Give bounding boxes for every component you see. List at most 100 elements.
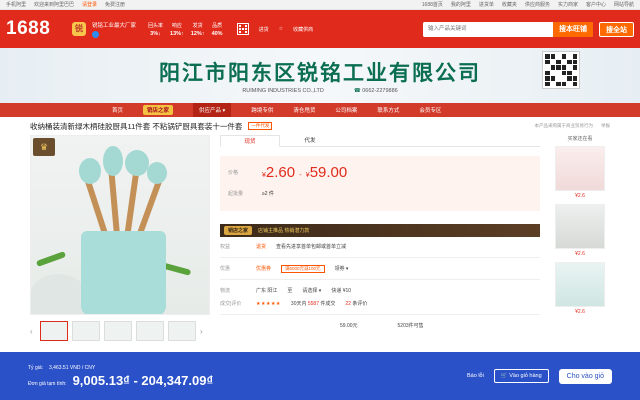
crown-icon: ♛ <box>33 138 55 156</box>
product-main-image[interactable]: ♛ <box>30 135 210 315</box>
nav-clearance[interactable]: 清仓甩货 <box>293 106 315 114</box>
thumbnail[interactable] <box>72 321 100 341</box>
add-to-cart-button[interactable]: 🛒 Vào giỏ hàng <box>493 369 549 383</box>
search-shop-button[interactable]: 搜本旺铺 <box>553 21 593 37</box>
rights-row: 权益 退货 查看先进享首单包邮或首单立减 <box>220 243 347 250</box>
welcome-text: 欢迎来到阿里巴巴 <box>34 2 75 8</box>
top-utility-bar: 手机阿里 欢迎来到阿里巴巴 请登录 免费注册 1688首页 我的阿里 进货单 收… <box>0 0 640 10</box>
ship-fee: 快递 ¥10 <box>331 288 352 294</box>
product-title: 收纳桶装清新绿木柄硅胶厨具11件套 不粘锅铲厨具套装十一件套 <box>30 121 243 131</box>
moq-label: 起批量 <box>228 191 244 197</box>
nav-contact[interactable]: 联系方式 <box>377 106 399 114</box>
thumbnail[interactable] <box>136 321 164 341</box>
shop-nav: 首页 销店之家 供应产品 ▾ 跨境专供 清仓甩货 公司档案 联系方式 会员专区 <box>0 103 640 117</box>
top-link-cart[interactable]: 进货单 <box>479 1 494 8</box>
thumbnail[interactable] <box>104 321 132 341</box>
mobile-link[interactable]: 手机阿里 <box>6 1 26 8</box>
site-header: 1688 锐 锐铭工业最大厂家 回头率 3%↓ 响应 13%↑ 发货 12%↑ 品质 4… <box>0 10 640 48</box>
trade-notice: 本产品采购属于商业贸易行为 <box>534 123 594 128</box>
shop-promo-strip: 销店之家 店铺主推品 热销潜力款 <box>220 224 540 237</box>
metric-item: 回头率 3%↓ <box>148 22 164 37</box>
spec-row: 59.00元 5203件可售 <box>220 319 540 332</box>
company-qr-code <box>542 51 580 89</box>
tab-dropship[interactable]: 代发 <box>280 135 340 146</box>
purchase-link[interactable]: 进货 <box>259 26 269 33</box>
price-label: 价格 <box>228 170 239 176</box>
metric-item: 响应 13%↑ <box>170 22 184 37</box>
search-box: 搜本旺铺 <box>423 21 593 37</box>
cart-icon: 🛒 <box>500 373 508 379</box>
top-link-my-alibaba[interactable]: 我的阿里 <box>451 1 471 8</box>
login-link[interactable]: 请登录 <box>82 1 97 8</box>
moq-value: ≥2 件 <box>262 191 274 197</box>
nav-member[interactable]: 会员专区 <box>419 106 441 114</box>
put-in-cart-button[interactable]: Cho vào giỏ <box>558 368 612 384</box>
company-name-cn: 阳江市阳东区锐铭工业有限公司 <box>159 60 481 85</box>
company-banner: 阳江市阳东区锐铭工业有限公司 RUIMING INDUSTRIES CO.,LT… <box>0 48 640 103</box>
report-error-button[interactable]: Báo lỗi <box>467 373 484 379</box>
supply-tabs: 现货 代发 <box>220 135 540 147</box>
thumbnail-strip: ‹ › <box>30 321 210 341</box>
recommend-item[interactable] <box>555 204 605 249</box>
recommend-header: 买家还在看 <box>567 136 593 142</box>
favorite-icon[interactable]: ☆ <box>279 26 283 32</box>
verified-icon <box>92 30 99 38</box>
ship-to-select[interactable]: 请选择 ▾ <box>302 287 321 294</box>
top-link-customer[interactable]: 客户中心 <box>586 1 606 8</box>
nav-cross-border[interactable]: 跨境专供 <box>251 106 273 114</box>
top-link-sitemap[interactable]: 网站导航 <box>614 1 634 8</box>
top-link-favorites[interactable]: 收藏夹 <box>502 1 517 8</box>
phone-icon: ☎ <box>353 88 361 94</box>
favorite-supplier-link[interactable]: 收藏供商 <box>293 26 313 33</box>
nav-home[interactable]: 首页 <box>112 106 123 114</box>
evaluation-row: 成交|评价 ★★★★★ 30天内 5587 件成交 22 条评价 <box>220 300 368 308</box>
price-range: ¥2.60 - ¥59.00 <box>262 164 348 181</box>
top-link-supplier[interactable]: 供应商服务 <box>525 1 550 8</box>
nav-products[interactable]: 供应产品 ▾ <box>193 103 232 117</box>
rights-text[interactable]: 查看先进享首单包邮或首单立减 <box>276 243 346 250</box>
shop-home-badge: 销店之家 <box>224 226 253 235</box>
spec-price: 59.00元 <box>340 323 358 329</box>
chevron-right-icon[interactable]: › <box>200 327 206 336</box>
nav-shop-home[interactable]: 销店之家 <box>143 105 174 115</box>
estimate-value: 9,005.13₫ - 204,347.09₫ <box>72 372 214 388</box>
company-block: 阳江市阳东区锐铭工业有限公司 RUIMING INDUSTRIES CO.,LT… <box>159 57 481 94</box>
product-title-row: 收纳桶装清新绿木柄硅胶厨具11件套 不粘锅铲厨具套装十一件套 一件代发 本产品采… <box>0 117 640 135</box>
price-box: 价格 ¥2.60 - ¥59.00 起批量 ≥2 件 <box>220 156 540 211</box>
rate-label: Tỷ giá: <box>28 364 44 371</box>
spec-stock: 5203件可售 <box>397 323 424 329</box>
coupon-tag[interactable]: 满5000元减100元 <box>281 264 325 273</box>
utensil-holder <box>81 231 166 314</box>
shop-info: 锐铭工业最大厂家 <box>92 21 136 38</box>
get-coupon-button[interactable]: 领券 ▾ <box>335 265 349 272</box>
report-link[interactable]: 举报 <box>601 123 610 129</box>
search-input[interactable] <box>423 21 553 37</box>
header-icons: 进货 ☆ 收藏供商 <box>236 23 313 35</box>
chevron-left-icon[interactable]: ‹ <box>30 327 36 336</box>
tab-in-stock[interactable]: 现货 <box>220 135 280 147</box>
nav-company-profile[interactable]: 公司档案 <box>335 106 357 114</box>
thumbnail[interactable] <box>168 321 196 341</box>
shop-badge-icon: 锐 <box>72 22 86 36</box>
recommend-item[interactable] <box>555 262 605 307</box>
recommend-item[interactable] <box>555 146 605 191</box>
search-all-button[interactable]: 搜全站 <box>599 21 634 37</box>
shop-name[interactable]: 锐铭工业最大厂家 <box>92 21 136 29</box>
top-link-strength[interactable]: 实力商家 <box>558 1 578 8</box>
metric-item: 发货 12%↑ <box>190 22 205 37</box>
discount-row: 优惠 优惠券 满5000元减100元 领券 ▾ <box>220 264 349 273</box>
qr-code-icon[interactable] <box>236 23 249 35</box>
shop-promo-text: 店铺主推品 热销潜力款 <box>258 228 310 234</box>
recommend-sidebar: 买家还在看 ¥2.6 ¥2.6 ¥2.6 <box>550 135 610 320</box>
top-link-home[interactable]: 1688首页 <box>422 1 443 8</box>
site-logo[interactable]: 1688 <box>6 18 66 40</box>
rate-value: 3,463.51 VND / CNY <box>49 364 96 371</box>
price-converter-bar: Tỷ giá: 3,463.51 VND / CNY Đơn giá tạm t… <box>0 352 640 400</box>
company-name-en: RUIMING INDUSTRIES CO.,LTD <box>242 88 324 94</box>
estimate-label: Đơn giá tạm tính: <box>28 380 67 387</box>
thumbnail[interactable] <box>40 321 68 341</box>
shop-metrics: 回头率 3%↓ 响应 13%↑ 发货 12%↑ 品质 40% <box>148 22 223 37</box>
register-link[interactable]: 免费注册 <box>105 1 125 8</box>
metric-item: 品质 40% <box>211 22 223 37</box>
dropship-tag: 一件代发 <box>248 122 273 130</box>
